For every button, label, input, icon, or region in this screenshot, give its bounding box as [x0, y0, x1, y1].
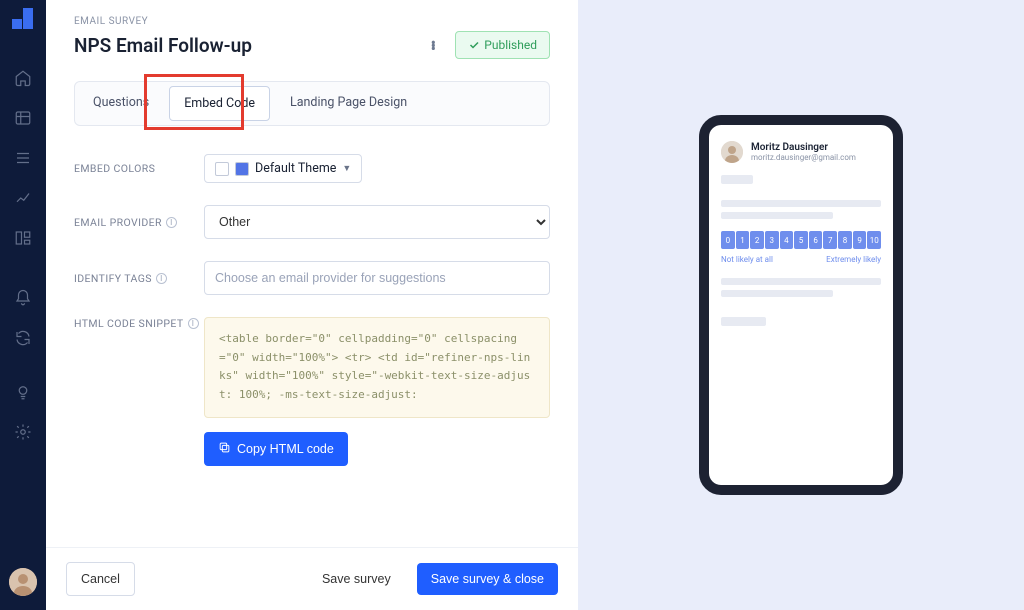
nps-8[interactable]: 8: [838, 231, 852, 249]
app-logo: [12, 8, 34, 30]
placeholder-line: [721, 175, 753, 184]
nps-min-label: Not likely at all: [721, 255, 773, 264]
nps-10[interactable]: 10: [867, 231, 881, 249]
nps-7[interactable]: 7: [823, 231, 837, 249]
placeholder-line: [721, 317, 766, 326]
nps-3[interactable]: 3: [765, 231, 779, 249]
page-title: NPS Email Follow-up: [74, 34, 421, 57]
sender-email: moritz.dausinger@gmail.com: [751, 153, 856, 162]
more-menu-icon[interactable]: •••: [421, 41, 445, 50]
status-label: Published: [484, 38, 537, 52]
nps-5[interactable]: 5: [794, 231, 808, 249]
nps-scale: 0 1 2 3 4 5 6 7 8 9 10: [721, 231, 881, 249]
tabs: Questions Embed Code Landing Page Design: [74, 81, 550, 126]
nps-4[interactable]: 4: [780, 231, 794, 249]
label-email-provider: EMAIL PROVIDER i: [74, 216, 204, 229]
nps-max-label: Extremely likely: [826, 255, 881, 264]
save-close-button[interactable]: Save survey & close: [417, 563, 558, 595]
table-icon[interactable]: [14, 109, 32, 127]
cancel-button[interactable]: Cancel: [66, 562, 135, 596]
main-column: EMAIL SURVEY NPS Email Follow-up ••• Pub…: [46, 0, 578, 610]
bell-icon[interactable]: [14, 289, 32, 307]
nps-1[interactable]: 1: [736, 231, 750, 249]
sender-name: Moritz Dausinger: [751, 142, 856, 153]
swatch-blue: [235, 162, 249, 176]
save-button[interactable]: Save survey: [308, 563, 405, 595]
theme-value: Default Theme: [255, 161, 336, 176]
sender-avatar: [721, 141, 743, 163]
layout-icon[interactable]: [14, 229, 32, 247]
footer: Cancel Save survey Save survey & close: [46, 547, 578, 610]
gear-icon[interactable]: [14, 423, 32, 441]
list-icon[interactable]: [14, 149, 32, 167]
nps-6[interactable]: 6: [809, 231, 823, 249]
app-sidebar: [0, 0, 46, 610]
email-provider-select[interactable]: Other: [204, 205, 550, 239]
placeholder-line: [721, 290, 833, 297]
refresh-icon[interactable]: [14, 329, 32, 347]
nps-0[interactable]: 0: [721, 231, 735, 249]
label-identify-tags: IDENTIFY TAGS i: [74, 272, 204, 285]
tab-questions[interactable]: Questions: [79, 86, 163, 121]
info-icon: i: [188, 318, 199, 329]
swatch-white: [215, 162, 229, 176]
home-icon[interactable]: [14, 69, 32, 87]
tab-embed-code[interactable]: Embed Code: [169, 86, 270, 121]
label-embed-colors: EMBED COLORS: [74, 162, 204, 175]
identify-tags-input[interactable]: [204, 261, 550, 295]
label-code-snippet: HTML CODE SNIPPET i: [74, 317, 204, 330]
chevron-down-icon: ▼: [342, 163, 351, 174]
nps-9[interactable]: 9: [853, 231, 867, 249]
copy-icon: [218, 441, 231, 457]
copy-html-button[interactable]: Copy HTML code: [204, 432, 348, 466]
theme-dropdown[interactable]: Default Theme ▼: [204, 154, 362, 183]
preview-panel: Moritz Dausinger moritz.dausinger@gmail.…: [578, 0, 1024, 610]
code-snippet[interactable]: <table border="0" cellpadding="0" cellsp…: [204, 317, 550, 418]
tab-landing-page[interactable]: Landing Page Design: [276, 86, 421, 121]
status-badge: Published: [455, 31, 550, 59]
chart-icon[interactable]: [14, 189, 32, 207]
nps-2[interactable]: 2: [750, 231, 764, 249]
lightbulb-icon[interactable]: [14, 383, 32, 401]
breadcrumb: EMAIL SURVEY: [74, 16, 550, 27]
phone-preview: Moritz Dausinger moritz.dausinger@gmail.…: [699, 115, 903, 495]
user-avatar[interactable]: [9, 568, 37, 596]
placeholder-line: [721, 200, 881, 207]
placeholder-line: [721, 278, 881, 285]
placeholder-line: [721, 212, 833, 219]
info-icon: i: [166, 217, 177, 228]
info-icon: i: [156, 273, 167, 284]
